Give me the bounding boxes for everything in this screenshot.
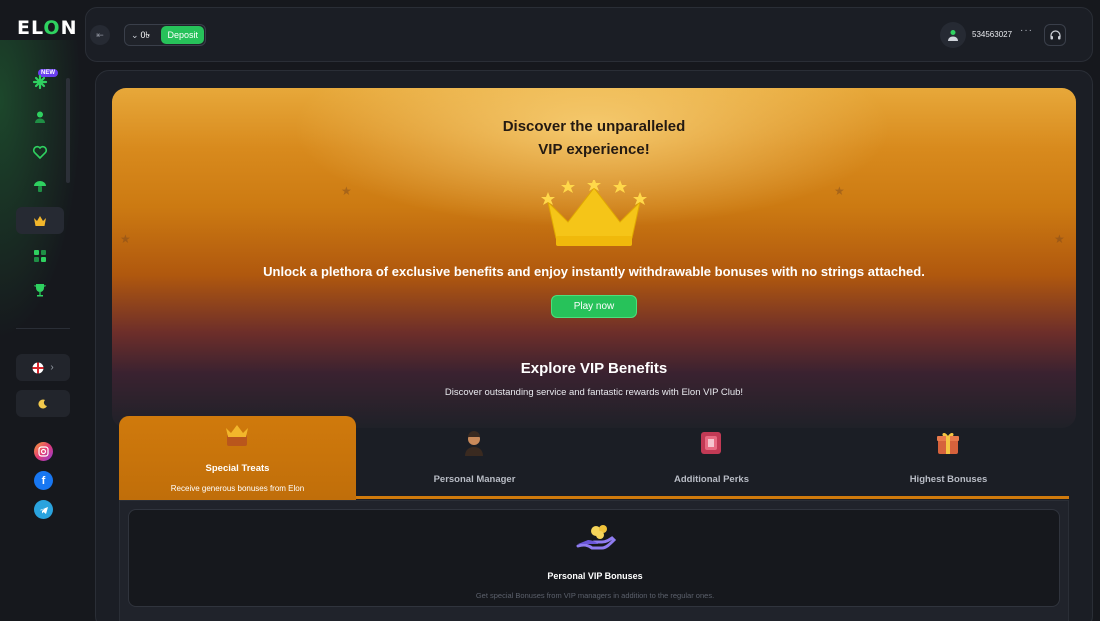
card-description: Get special Bonuses from VIP managers in…	[475, 591, 715, 600]
hero-title-line1: Discover the unparalleled	[502, 118, 686, 135]
sidebar-item-games[interactable]	[16, 242, 64, 269]
vip-crown-icon	[541, 180, 647, 246]
mushroom-icon	[34, 180, 46, 192]
tab-special-treats[interactable]: Special Treats Receive generous bonuses …	[119, 416, 356, 500]
ticket-icon	[701, 432, 721, 454]
tab-label: Additional Perks	[674, 474, 749, 485]
top-header: ⇤ ⌄ 0৳ Deposit 534563027 ···	[85, 7, 1093, 62]
facebook-icon[interactable]: f	[34, 471, 53, 490]
user-id: 534563027	[972, 30, 1013, 39]
collapse-sidebar-button[interactable]: ⇤	[90, 25, 110, 45]
star-icon: ★	[120, 232, 131, 246]
app-root: ELON NEW › f ⇤ ⌄ 0৳ Deposit 534563027 ··…	[0, 0, 1100, 621]
vip-hero-banner: Discover the unparalleled VIP experience…	[112, 88, 1076, 428]
hand-coins-icon	[576, 525, 616, 550]
crown-icon	[34, 215, 46, 226]
hero-title-line2: VIP experience!	[538, 141, 650, 158]
play-now-button[interactable]: Play now	[551, 295, 637, 318]
logo-text: EL	[17, 17, 44, 39]
card-title: Personal VIP Bonuses	[547, 571, 643, 581]
tab-label: Highest Bonuses	[909, 474, 988, 485]
england-flag-icon	[32, 362, 44, 373]
moon-icon	[38, 399, 47, 409]
sidebar-divider	[16, 328, 70, 329]
star-icon: ★	[1054, 232, 1065, 246]
sidebar-item-sports[interactable]	[16, 172, 64, 199]
sidebar-item-tournaments[interactable]	[16, 276, 64, 303]
manager-icon	[465, 431, 483, 456]
telegram-icon[interactable]	[34, 500, 53, 519]
clover-icon	[32, 74, 48, 89]
language-selector[interactable]: ›	[16, 354, 70, 381]
theme-toggle[interactable]	[16, 390, 70, 417]
hero-subtitle: Unlock a plethora of exclusive benefits …	[263, 264, 925, 279]
person-icon	[35, 111, 45, 123]
logo-o: O	[43, 17, 61, 39]
tab-highest-bonuses[interactable]: Highest Bonuses	[830, 416, 1067, 500]
explore-subtitle: Discover outstanding service and fantast…	[444, 387, 744, 398]
tab-personal-manager[interactable]: Personal Manager	[356, 416, 593, 500]
explore-title: Explore VIP Benefits	[520, 360, 668, 377]
trophy-icon	[34, 283, 46, 296]
sidebar-item-casino[interactable]	[16, 68, 64, 95]
sidebar-item-vip[interactable]	[16, 207, 64, 234]
sidebar: ELON NEW › f	[0, 0, 82, 621]
star-icon: ★	[341, 184, 352, 198]
sidebar-item-favorites[interactable]	[16, 138, 64, 165]
gift-icon	[937, 432, 959, 454]
grid-icon	[34, 249, 46, 262]
crown-gift-icon	[226, 425, 248, 446]
headset-icon	[1049, 29, 1061, 39]
balance-value: 0৳	[140, 29, 151, 40]
heart-icon	[32, 145, 48, 159]
tab-label: Personal Manager	[433, 474, 516, 485]
logo-text-end: N	[60, 17, 78, 39]
tab-description: Receive generous bonuses from Elon	[170, 484, 305, 493]
balance-selector[interactable]: ⌄ 0৳ Deposit	[124, 24, 206, 46]
tab-label: Special Treats	[205, 463, 270, 474]
deposit-button[interactable]: Deposit	[161, 26, 204, 44]
instagram-icon[interactable]	[34, 442, 53, 461]
benefit-card: Personal VIP Bonuses Get special Bonuses…	[128, 509, 1060, 607]
chevron-down-icon: ⌄	[131, 29, 139, 40]
more-menu-icon[interactable]: ···	[1020, 25, 1033, 36]
sidebar-scrollbar[interactable]	[66, 78, 70, 183]
user-icon	[948, 30, 958, 41]
logo[interactable]: ELON	[17, 17, 77, 39]
avatar[interactable]	[940, 22, 966, 48]
tab-additional-perks[interactable]: Additional Perks	[593, 416, 830, 500]
support-button[interactable]	[1044, 24, 1066, 46]
sidebar-item-live[interactable]	[16, 103, 64, 130]
chevron-right-icon: ›	[50, 362, 54, 373]
benefit-tabs: Special Treats Receive generous bonuses …	[119, 416, 1069, 500]
star-icon: ★	[834, 184, 845, 198]
